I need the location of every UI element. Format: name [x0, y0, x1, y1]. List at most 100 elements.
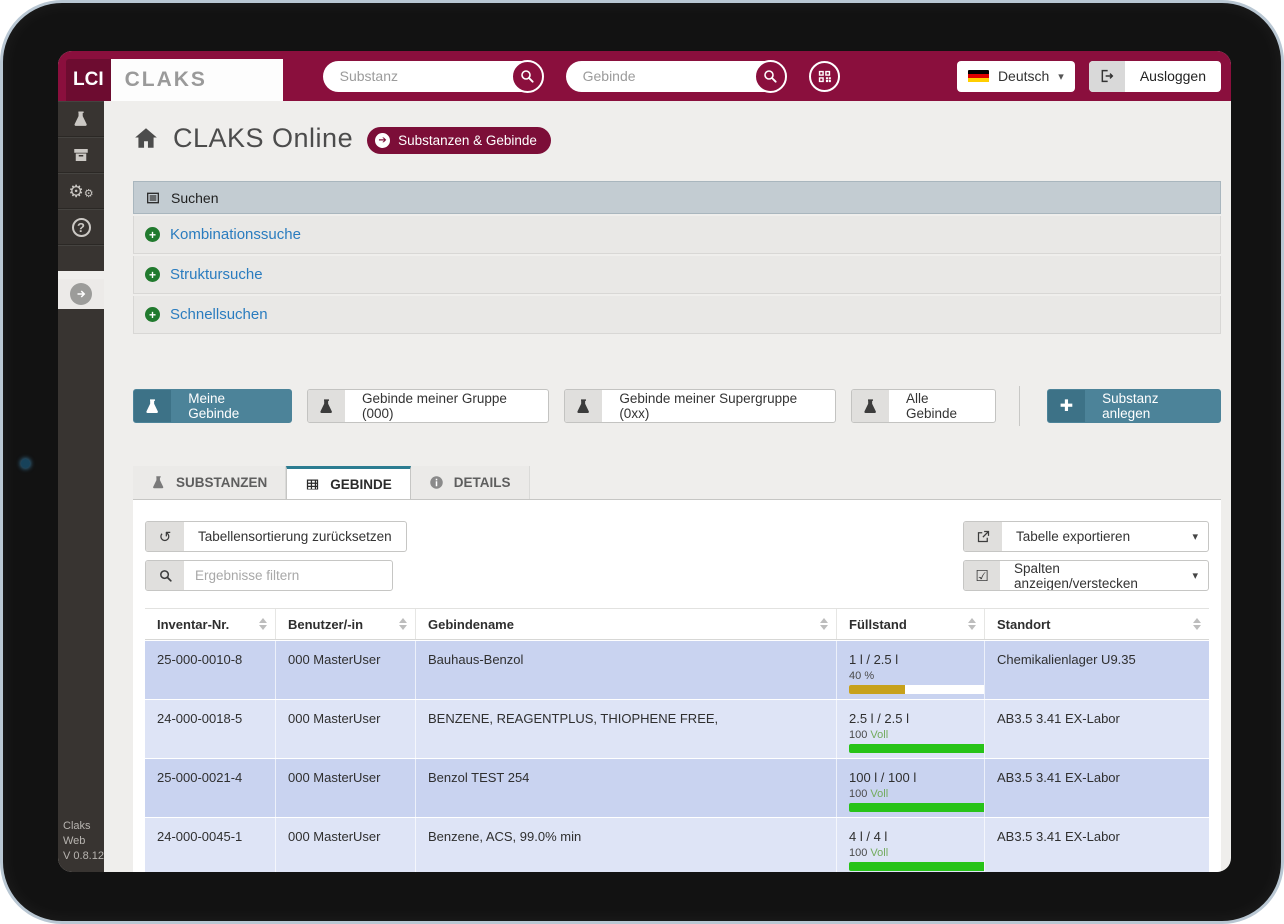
toggle-columns-button[interactable]: ☑ Spalten anzeigen/verstecken ▾: [963, 560, 1209, 591]
cell-fuellstand: 100 l / 100 l 100 Voll: [836, 759, 984, 817]
topbar-search-group: [323, 61, 840, 92]
substanz-search-button[interactable]: [511, 60, 544, 93]
sidebar-item-help[interactable]: ?: [58, 209, 104, 245]
cell-gebindename: BENZENE, REAGENTPLUS, THIOPHENE FREE,: [415, 700, 836, 758]
table-row[interactable]: 24-000-0045-1 000 MasterUser Benzene, AC…: [145, 818, 1209, 872]
sidebar-collapse-toggle[interactable]: [58, 279, 104, 309]
accordion-schnellsuchen[interactable]: + Schnellsuchen: [133, 296, 1221, 334]
flask-icon: [151, 475, 166, 490]
flask-icon: [862, 398, 879, 415]
search-icon: [158, 568, 173, 583]
action-button-row: Meine Gebinde Gebinde meiner Gruppe (000…: [133, 386, 1221, 426]
sidebar-item-inventory[interactable]: [58, 137, 104, 173]
tab-gebinde[interactable]: GEBINDE: [286, 466, 411, 499]
substanz-search: [323, 61, 542, 92]
cell-fuellstand: 2.5 l / 2.5 l 100 Voll: [836, 700, 984, 758]
app-screen: LCI CLAKS: [58, 51, 1231, 872]
fill-value: 100: [849, 729, 867, 741]
substanz-anlegen-button[interactable]: ✚ Substanz anlegen: [1047, 389, 1221, 423]
column-header-fuellstand[interactable]: Füllstand: [836, 609, 984, 639]
accordion-label: Struktursuche: [170, 266, 263, 283]
export-icon: [976, 529, 991, 544]
supergruppe-gebinde-button[interactable]: Gebinde meiner Supergruppe (0xx): [564, 389, 836, 423]
column-header-inventar[interactable]: Inventar-Nr.: [145, 609, 275, 639]
cell-benutzer: 000 MasterUser: [275, 641, 415, 699]
cell-benutzer: 000 MasterUser: [275, 759, 415, 817]
column-header-standort[interactable]: Standort: [984, 609, 1209, 639]
tab-substanzen[interactable]: SUBSTANZEN: [133, 466, 286, 499]
tab-details[interactable]: DETAILS: [411, 466, 530, 499]
cell-inventar: 24-000-0018-5: [145, 700, 275, 758]
sort-icon: [968, 618, 976, 630]
undo-icon: ↺: [146, 522, 184, 551]
logout-button[interactable]: Ausloggen: [1089, 61, 1221, 92]
help-icon: ?: [72, 218, 91, 237]
fill-amount: 1 l / 2.5 l: [849, 652, 972, 667]
sidebar-notch: [58, 271, 104, 279]
search-panel: Suchen + Kombinationssuche + Struktursuc…: [133, 181, 1221, 334]
gears-icon: ⚙⚙: [68, 183, 93, 200]
cell-benutzer: 000 MasterUser: [275, 818, 415, 872]
filter-field: [145, 560, 393, 591]
meine-gebinde-button[interactable]: Meine Gebinde: [133, 389, 292, 423]
cell-inventar: 25-000-0021-4: [145, 759, 275, 817]
gruppe-gebinde-button[interactable]: Gebinde meiner Gruppe (000): [307, 389, 549, 423]
gebinde-tab-panel: ↺ Tabellensortierung zurücksetzen: [133, 500, 1221, 872]
home-icon[interactable]: [133, 125, 159, 151]
app-version: Claks Web V 0.8.12: [58, 819, 104, 872]
accordion-label: Schnellsuchen: [170, 306, 268, 323]
table-grid-icon: [305, 477, 320, 492]
button-divider: [1019, 386, 1020, 426]
flask-icon: [318, 398, 335, 415]
fill-progress-bar: [849, 744, 989, 753]
cell-standort: AB3.5 3.41 EX-Labor: [984, 759, 1209, 817]
language-selector[interactable]: Deutsch ▾: [957, 61, 1075, 92]
table-row[interactable]: 24-000-0018-5 000 MasterUser BENZENE, RE…: [145, 700, 1209, 758]
cell-inventar: 24-000-0045-1: [145, 818, 275, 872]
column-header-benutzer[interactable]: Benutzer/-in: [275, 609, 415, 639]
flask-icon: [72, 110, 90, 128]
qr-scan-button[interactable]: [809, 61, 840, 92]
accordion-struktursuche[interactable]: + Struktursuche: [133, 256, 1221, 294]
search-icon: [519, 68, 535, 84]
tab-bar: SUBSTANZEN GEBINDE DETAILS: [133, 466, 1221, 500]
plus-circle-icon: +: [145, 267, 160, 282]
filter-input[interactable]: [184, 568, 392, 583]
fill-progress-bar: [849, 803, 989, 812]
accordion-kombinationssuche[interactable]: + Kombinationssuche: [133, 216, 1221, 254]
fill-value: 40: [849, 670, 861, 682]
table-row[interactable]: 25-000-0021-4 000 MasterUser Benzol TEST…: [145, 759, 1209, 817]
table-row[interactable]: 25-000-0010-8 000 MasterUser Bauhaus-Ben…: [145, 641, 1209, 699]
language-label: Deutsch: [998, 68, 1049, 84]
cell-fuellstand: 4 l / 4 l 100 Voll: [836, 818, 984, 872]
context-badge-label: Substanzen & Gebinde: [398, 133, 537, 148]
fill-progress-bar: [849, 685, 989, 694]
page-header: CLAKS Online ➔ Substanzen & Gebinde: [133, 120, 1221, 156]
substanz-search-input[interactable]: [338, 67, 498, 85]
top-bar: LCI CLAKS: [58, 51, 1231, 101]
logo-lci: LCI: [66, 59, 111, 101]
chevron-down-icon: ▾: [1192, 569, 1208, 582]
chevron-down-icon: ▾: [1192, 530, 1208, 543]
flask-icon: [575, 398, 592, 415]
fill-unit: Voll: [870, 729, 888, 741]
list-icon: [145, 190, 161, 206]
cell-standort: AB3.5 3.41 EX-Labor: [984, 818, 1209, 872]
cell-inventar: 25-000-0010-8: [145, 641, 275, 699]
export-table-button[interactable]: Tabelle exportieren ▾: [963, 521, 1209, 552]
sidebar-item-settings[interactable]: ⚙⚙: [58, 173, 104, 209]
fill-amount: 100 l / 100 l: [849, 770, 972, 785]
reset-sort-button[interactable]: ↺ Tabellensortierung zurücksetzen: [145, 521, 407, 552]
gebinde-search-button[interactable]: [754, 60, 787, 93]
gebinde-search-input[interactable]: [581, 67, 741, 85]
checkbox-icon: ☑: [964, 561, 1000, 590]
cell-benutzer: 000 MasterUser: [275, 700, 415, 758]
alle-gebinde-button[interactable]: Alle Gebinde: [851, 389, 996, 423]
column-header-gebindename[interactable]: Gebindename: [415, 609, 836, 639]
sort-icon: [820, 618, 828, 630]
fill-value: 100: [849, 788, 867, 800]
info-icon: [429, 475, 444, 490]
sidebar-item-substances[interactable]: [58, 101, 104, 137]
logo-claks: CLAKS: [111, 59, 283, 101]
logout-label: Ausloggen: [1125, 68, 1221, 84]
